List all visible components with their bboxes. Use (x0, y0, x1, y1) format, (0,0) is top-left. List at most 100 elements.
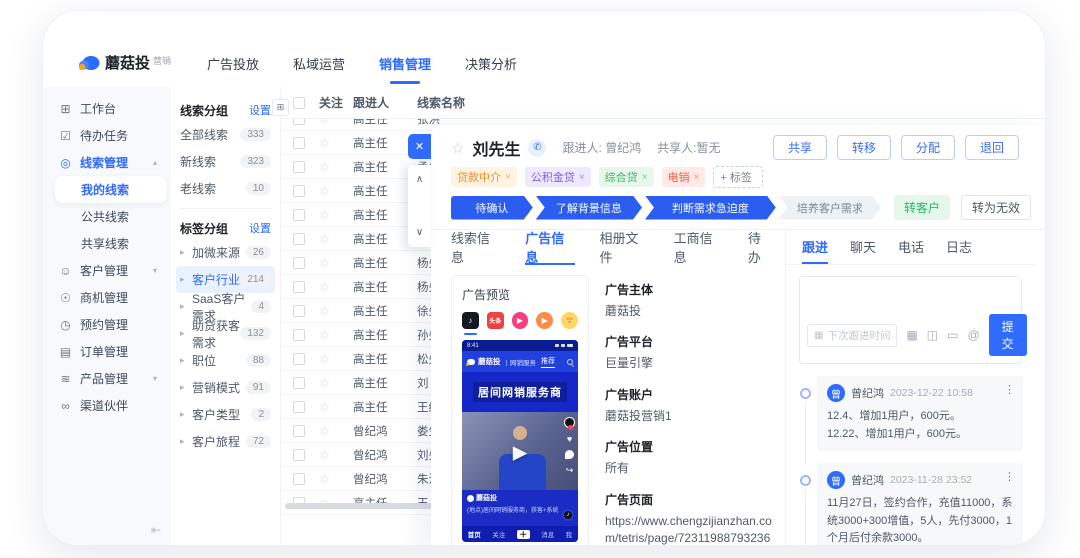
star-icon[interactable] (319, 448, 330, 462)
detail-tab[interactable]: 线索信息 (451, 230, 501, 265)
ad-video[interactable]: ▶ ♥ ↪ (462, 412, 578, 490)
sidebar-item[interactable]: ☑ 待办任务 (43, 122, 171, 149)
tag-group-item[interactable]: 加微来源 26 (180, 239, 271, 266)
play-icon[interactable]: ▶ (513, 441, 528, 464)
add-tag-button[interactable]: + 标签 (713, 166, 763, 188)
platform-icon[interactable]: ▶ (511, 312, 529, 329)
action-button[interactable]: 共享 (772, 135, 827, 160)
more-icon[interactable] (1004, 383, 1015, 396)
detail-tab[interactable]: 待办 (748, 230, 773, 265)
sidebar-item[interactable]: 公共线索 (43, 203, 171, 230)
row-checkbox[interactable] (293, 232, 305, 245)
top-nav-item[interactable]: 私域运营 (293, 54, 345, 73)
row-checkbox[interactable] (293, 424, 305, 437)
row-checkbox[interactable] (293, 160, 305, 173)
pipeline-stage[interactable]: 待确认 (451, 196, 533, 220)
tag-settings-link[interactable]: 设置 (249, 220, 271, 236)
row-checkbox[interactable] (293, 184, 305, 197)
tag-group-item[interactable]: 客户类型 2 (180, 401, 271, 428)
star-icon[interactable] (319, 304, 330, 318)
tag-group-item[interactable]: 助贷获客需求 132 (180, 319, 271, 350)
star-icon[interactable] (319, 376, 330, 390)
row-checkbox[interactable] (293, 376, 305, 389)
detail-tab[interactable]: 广告信息 (525, 230, 576, 265)
sidebar-item[interactable]: ◎ 线索管理 ▴ (43, 149, 171, 176)
star-icon[interactable] (319, 208, 330, 222)
lead-group-item[interactable]: 新线索 323 (180, 148, 271, 175)
lead-tag[interactable]: 贷款中介 (451, 167, 517, 187)
star-icon[interactable] (319, 352, 330, 366)
sidebar-item[interactable]: ☺ 客户管理 ▾ (43, 257, 171, 284)
sidebar-item[interactable]: ◷ 预约管理 (43, 311, 171, 338)
prev-record-icon[interactable]: ∧ (416, 174, 423, 185)
favorite-star-icon[interactable] (451, 139, 464, 157)
more-icon[interactable] (1004, 470, 1015, 483)
sidebar-item[interactable]: ☉ 商机管理 (43, 284, 171, 311)
tag-group-item[interactable]: 客户旅程 72 (180, 428, 271, 455)
platform-icon[interactable]: ♪ (462, 312, 479, 335)
sidebar-item[interactable]: ≋ 产品管理 ▾ (43, 365, 171, 392)
to-invalid-button[interactable]: 转为无效 (960, 195, 1031, 220)
mention-icon[interactable]: @ (967, 328, 979, 342)
sidebar-item[interactable]: 共享线索 (43, 230, 171, 257)
action-button[interactable]: 转移 (836, 135, 891, 160)
detail-tab[interactable]: 相册文件 (599, 230, 649, 265)
lead-group-item[interactable]: 老线索 10 (180, 175, 271, 202)
select-all-checkbox[interactable] (293, 96, 305, 109)
lead-tag[interactable]: 综合贷 (598, 167, 654, 187)
close-icon[interactable]: ✕ (408, 134, 431, 159)
star-icon[interactable] (319, 400, 330, 414)
row-checkbox[interactable] (293, 304, 305, 317)
group-settings-link[interactable]: 设置 (249, 102, 271, 118)
platform-icon[interactable]: ▶ (536, 312, 554, 329)
lead-tag[interactable]: 电销 (661, 167, 706, 187)
pipeline-stage[interactable]: 培养客户需求 (779, 196, 881, 220)
platform-icon[interactable]: 头条 (486, 312, 504, 329)
to-customer-button[interactable]: 转客户 (893, 195, 950, 220)
row-checkbox[interactable] (293, 280, 305, 293)
platform-icon[interactable]: ∵ (561, 312, 578, 329)
star-icon[interactable] (319, 232, 330, 246)
top-nav-item[interactable]: 销售管理 (379, 54, 431, 73)
image-icon[interactable]: ▦ (906, 328, 917, 342)
row-checkbox[interactable] (293, 256, 305, 269)
star-icon[interactable] (319, 136, 330, 150)
folder-icon[interactable]: ▭ (947, 328, 958, 342)
horizontal-scrollbar[interactable] (285, 503, 439, 509)
sidebar-item[interactable]: ⊞ 工作台 (43, 95, 171, 122)
call-icon[interactable] (528, 138, 547, 157)
detail-tab[interactable]: 工商信息 (674, 230, 724, 265)
row-checkbox[interactable] (293, 400, 305, 413)
top-nav-item[interactable]: 广告投放 (207, 54, 259, 73)
row-checkbox[interactable] (293, 472, 305, 485)
followup-tab[interactable]: 电话 (898, 230, 924, 264)
sidebar-item[interactable]: ∞ 渠道伙伴 (43, 392, 171, 419)
tag-group-item[interactable]: 职位 88 (180, 347, 271, 374)
star-icon[interactable] (319, 184, 330, 198)
submit-button[interactable]: 提交 (988, 314, 1027, 356)
row-checkbox[interactable] (293, 352, 305, 365)
lead-group-item[interactable]: 全部线索 333 (180, 121, 271, 148)
sidebar-item[interactable]: 我的线索 (55, 176, 167, 203)
tag-group-item[interactable]: 营销模式 91 (180, 374, 271, 401)
pipeline-stage[interactable]: 判断需求急迫度 (645, 196, 776, 220)
action-button[interactable]: 分配 (900, 135, 955, 160)
action-button[interactable]: 退回 (964, 135, 1019, 160)
row-checkbox[interactable] (293, 448, 305, 461)
sidebar-collapse-icon[interactable]: ⇤ (151, 523, 161, 537)
top-nav-item[interactable]: 决策分析 (465, 54, 517, 73)
video-icon[interactable]: ◫ (927, 328, 938, 342)
lead-tag[interactable]: 公积金贷 (524, 167, 591, 187)
followup-input[interactable] (800, 277, 1021, 309)
star-icon[interactable] (319, 472, 330, 486)
sidebar-item[interactable]: ▤ 订单管理 (43, 338, 171, 365)
star-icon[interactable] (319, 328, 330, 342)
next-record-icon[interactable]: ∨ (416, 227, 423, 238)
star-icon[interactable] (319, 256, 330, 270)
followup-tab[interactable]: 聊天 (850, 230, 876, 264)
star-icon[interactable] (319, 160, 330, 174)
expand-groups-icon[interactable]: ⊞ (272, 99, 289, 116)
pipeline-stage[interactable]: 了解背景信息 (536, 196, 642, 220)
followup-tab[interactable]: 跟进 (802, 230, 829, 264)
row-checkbox[interactable] (293, 136, 305, 149)
